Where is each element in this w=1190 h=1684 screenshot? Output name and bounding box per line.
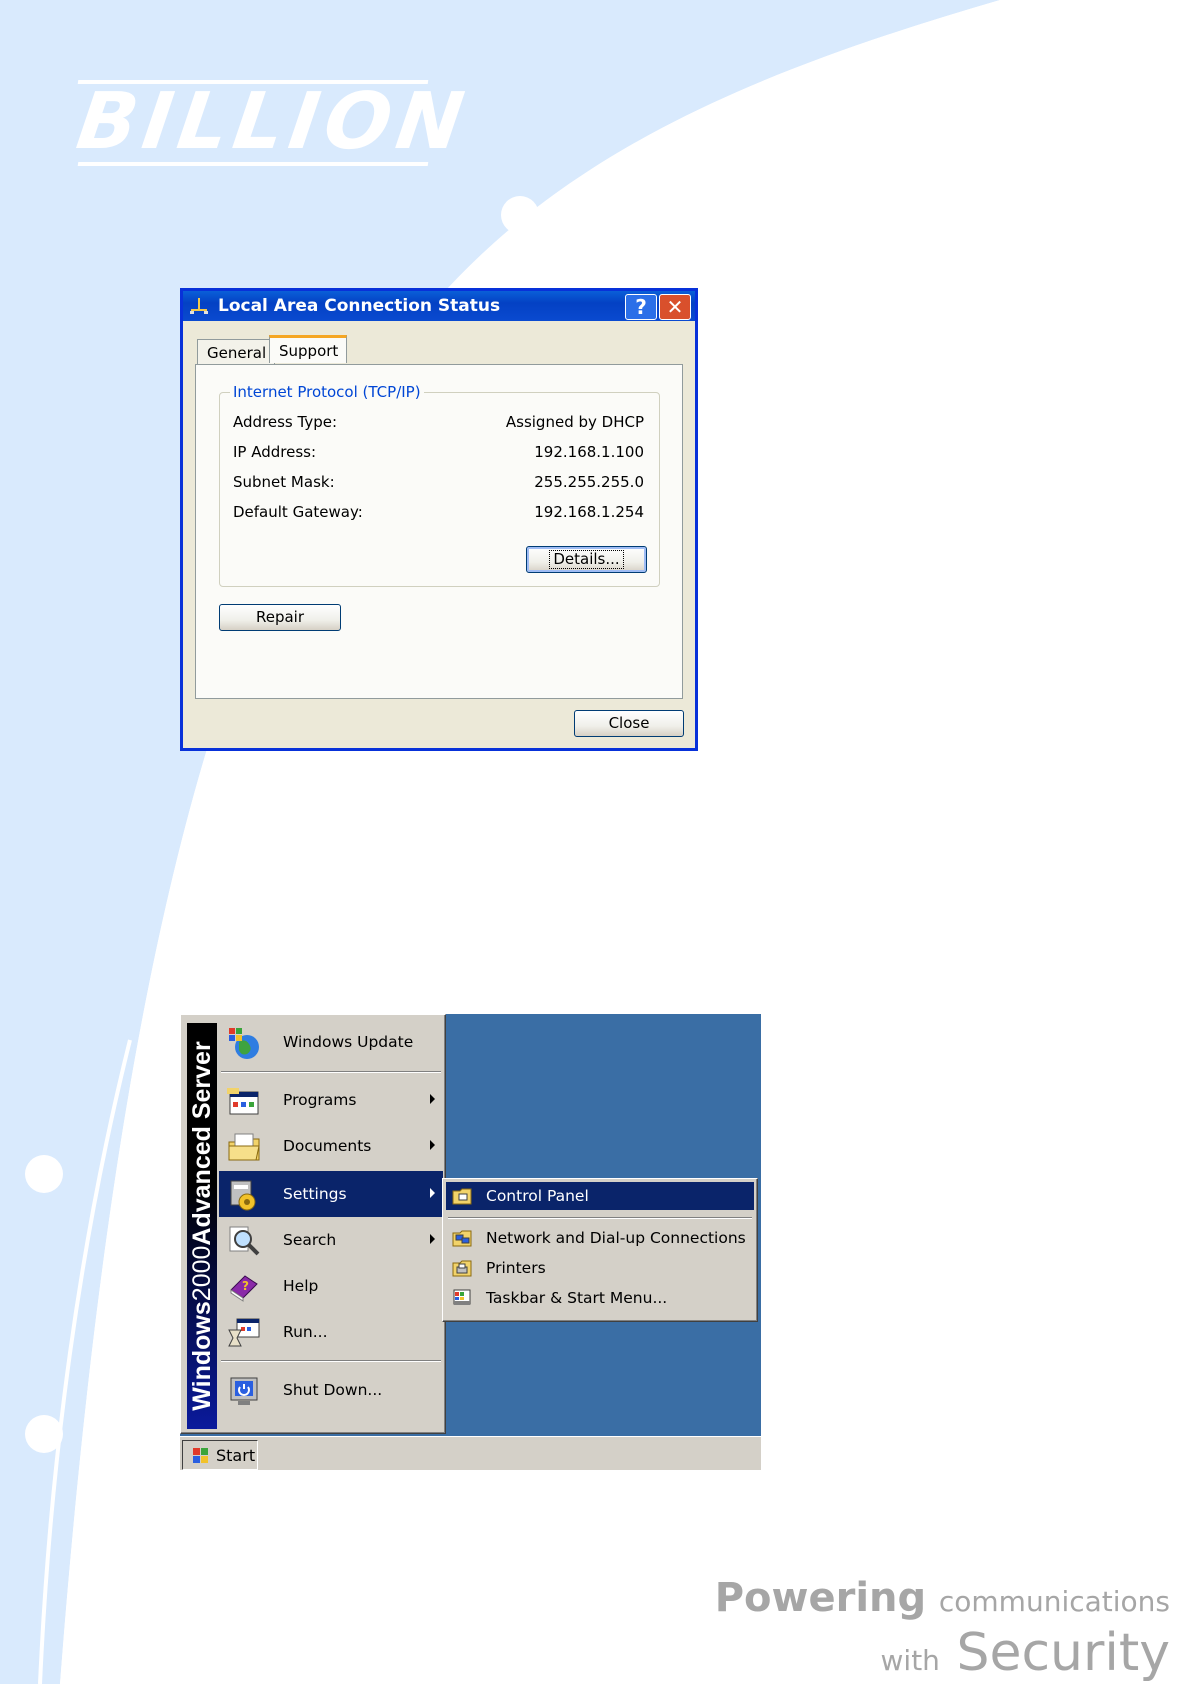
- brand-slogan: Powering communications with Security: [715, 1565, 1190, 1684]
- menu-item-shut-down[interactable]: Shut Down...: [219, 1367, 443, 1413]
- menu-item-help[interactable]: ? Help: [219, 1263, 443, 1309]
- support-tab-panel: Internet Protocol (TCP/IP) Address Type:…: [195, 364, 683, 699]
- shut-down-icon: [230, 1377, 258, 1405]
- menu-item-documents[interactable]: Documents: [219, 1123, 443, 1169]
- submenu-item-label: Taskbar & Start Menu...: [486, 1289, 668, 1307]
- documents-folder-icon: [228, 1133, 260, 1161]
- tab-general[interactable]: General: [197, 339, 276, 365]
- menu-item-label: Settings: [283, 1185, 347, 1203]
- settings-icon: [230, 1180, 256, 1211]
- submenu-arrow-icon: [430, 1140, 435, 1150]
- submenu-arrow-icon: [430, 1234, 435, 1244]
- network-connection-icon: [189, 297, 209, 315]
- submenu-arrow-icon: [430, 1188, 435, 1198]
- start-menu: Windows2000Advanced Server Windows Updat…: [180, 1014, 446, 1434]
- subnet-mask-value: 255.255.255.0: [534, 473, 644, 491]
- start-button[interactable]: Start: [182, 1440, 258, 1470]
- windows-logo-icon: [193, 1448, 208, 1463]
- printers-icon: [452, 1260, 472, 1277]
- group-title: Internet Protocol (TCP/IP): [230, 383, 424, 401]
- submenu-separator: [448, 1217, 752, 1219]
- menu-item-search[interactable]: Search: [219, 1217, 443, 1263]
- svg-text:?: ?: [242, 1279, 249, 1293]
- slogan-line-2: with Security: [881, 1625, 1170, 1684]
- menu-item-label: Help: [283, 1277, 319, 1295]
- submenu-item-control-panel[interactable]: Control Panel: [446, 1182, 754, 1210]
- menu-item-label: Run...: [283, 1323, 328, 1341]
- default-gateway-label: Default Gateway:: [233, 503, 363, 521]
- close-window-button[interactable]: ✕: [659, 294, 691, 320]
- submenu-item-taskbar[interactable]: Taskbar & Start Menu...: [446, 1284, 754, 1312]
- submenu-item-printers[interactable]: Printers: [446, 1254, 754, 1282]
- banner-edition: Advanced Server: [188, 1041, 216, 1246]
- logo-text: BILLION: [71, 77, 475, 167]
- run-icon: [228, 1318, 260, 1347]
- banner-windows: Windows: [188, 1301, 216, 1411]
- search-icon: [229, 1226, 260, 1256]
- programs-icon: [227, 1088, 259, 1115]
- menu-item-label: Search: [283, 1231, 337, 1249]
- menu-separator: [221, 1071, 441, 1073]
- submenu-item-label: Control Panel: [486, 1187, 589, 1205]
- ip-address-value: 192.168.1.100: [534, 443, 644, 461]
- slogan-security: Security: [956, 1623, 1170, 1683]
- taskbar-icon: [453, 1289, 471, 1305]
- settings-submenu: Control Panel Network and Dial-up Connec…: [442, 1178, 758, 1322]
- menu-separator: [221, 1360, 441, 1362]
- submenu-item-label: Printers: [486, 1259, 546, 1277]
- network-connections-icon: [452, 1230, 472, 1247]
- ip-address-label: IP Address:: [233, 443, 317, 461]
- start-button-label: Start: [216, 1446, 256, 1465]
- menu-item-label: Programs: [283, 1091, 357, 1109]
- close-icon: ✕: [666, 295, 684, 319]
- address-type-label: Address Type:: [233, 413, 338, 431]
- control-panel-icon: [452, 1188, 472, 1205]
- submenu-arrow-icon: [430, 1094, 435, 1104]
- details-button-label: Details...: [549, 550, 624, 569]
- details-button[interactable]: Details...: [526, 546, 647, 573]
- slogan-communications: communications: [938, 1585, 1170, 1618]
- help-book-icon: ?: [230, 1275, 258, 1302]
- banner-text: Windows2000Advanced Server: [187, 1041, 217, 1410]
- banner-version: 2000: [188, 1245, 216, 1302]
- menu-item-windows-update[interactable]: Windows Update: [219, 1019, 443, 1065]
- menu-item-run[interactable]: Run...: [219, 1309, 443, 1355]
- windows-update-icon: [229, 1028, 259, 1059]
- menu-item-label: Windows Update: [283, 1033, 414, 1051]
- tab-support[interactable]: Support: [269, 335, 348, 363]
- subnet-mask-label: Subnet Mask:: [233, 473, 335, 491]
- menu-item-label: Shut Down...: [283, 1381, 383, 1399]
- local-area-connection-status-dialog: Local Area Connection Status ? ✕ General…: [180, 288, 698, 751]
- help-button[interactable]: ?: [625, 294, 657, 320]
- start-menu-banner: Windows2000Advanced Server: [187, 1023, 217, 1429]
- billion-logo: BILLION: [72, 77, 475, 170]
- dialog-title-bar[interactable]: Local Area Connection Status ? ✕: [183, 291, 695, 321]
- dialog-title: Local Area Connection Status: [218, 296, 501, 316]
- logo-bottom-bar: [77, 162, 429, 166]
- tcpip-group: Internet Protocol (TCP/IP) Address Type:…: [219, 383, 660, 587]
- repair-button[interactable]: Repair: [219, 604, 341, 631]
- slogan-line-1: Powering communications: [715, 1575, 1170, 1625]
- slogan-powering: Powering: [714, 1575, 927, 1621]
- submenu-item-label: Network and Dial-up Connections: [486, 1229, 746, 1247]
- close-button[interactable]: Close: [574, 710, 684, 737]
- slogan-with: with: [880, 1644, 940, 1677]
- default-gateway-value: 192.168.1.254: [534, 503, 644, 521]
- submenu-item-network-connections[interactable]: Network and Dial-up Connections: [446, 1224, 754, 1252]
- menu-item-programs[interactable]: Programs: [219, 1077, 443, 1123]
- menu-item-settings[interactable]: Settings: [219, 1171, 443, 1217]
- windows-2000-desktop: Windows2000Advanced Server Windows Updat…: [180, 1014, 761, 1470]
- address-type-value: Assigned by DHCP: [505, 413, 644, 431]
- menu-item-label: Documents: [283, 1137, 372, 1155]
- taskbar: Start: [180, 1436, 761, 1470]
